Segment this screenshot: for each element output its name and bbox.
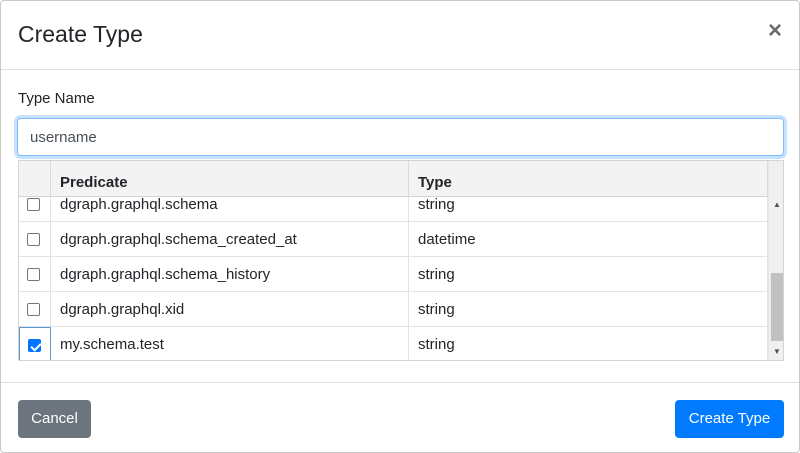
dialog-title: Create Type bbox=[18, 21, 143, 47]
column-header-predicate[interactable]: Predicate bbox=[51, 161, 409, 197]
type-cell: string bbox=[409, 257, 768, 292]
predicate-cell: my.schema.test bbox=[51, 327, 409, 360]
table-row[interactable]: my.schema.test string bbox=[19, 327, 768, 360]
table-header: Predicate Type bbox=[19, 161, 768, 197]
type-cell: datetime bbox=[409, 222, 768, 257]
row-select-cell[interactable] bbox=[19, 222, 51, 257]
row-checkbox[interactable] bbox=[27, 268, 40, 281]
type-cell: string bbox=[409, 197, 768, 222]
table-body: dgraph.graphql.schema string dgraph.grap… bbox=[19, 197, 768, 360]
predicate-cell: dgraph.graphql.schema_history bbox=[51, 257, 409, 292]
table-row[interactable]: dgraph.graphql.schema_created_at datetim… bbox=[19, 222, 768, 257]
type-name-label: Type Name bbox=[18, 90, 95, 107]
row-select-cell[interactable] bbox=[19, 257, 51, 292]
row-checkbox-checked[interactable] bbox=[28, 339, 41, 352]
close-button[interactable]: × bbox=[765, 17, 785, 45]
scroll-up-arrow-icon[interactable]: ▲ bbox=[769, 197, 783, 213]
predicate-cell: dgraph.graphql.xid bbox=[51, 292, 409, 327]
select-column-header bbox=[19, 161, 51, 197]
row-checkbox[interactable] bbox=[27, 198, 40, 211]
cancel-button[interactable]: Cancel bbox=[18, 400, 91, 438]
table-scrollbar[interactable]: ▲ ▼ bbox=[768, 161, 783, 360]
row-select-cell[interactable] bbox=[19, 327, 51, 360]
create-type-button[interactable]: Create Type bbox=[675, 400, 784, 438]
scrollbar-thumb[interactable] bbox=[771, 273, 783, 341]
row-select-cell[interactable] bbox=[19, 197, 51, 222]
predicate-cell: dgraph.graphql.schema bbox=[51, 197, 409, 222]
table-row[interactable]: dgraph.graphql.schema_history string bbox=[19, 257, 768, 292]
type-name-input[interactable] bbox=[17, 118, 784, 156]
predicate-cell: dgraph.graphql.schema_created_at bbox=[51, 222, 409, 257]
row-select-cell[interactable] bbox=[19, 292, 51, 327]
type-cell: string bbox=[409, 327, 768, 360]
row-checkbox[interactable] bbox=[27, 303, 40, 316]
row-checkbox[interactable] bbox=[27, 233, 40, 246]
dialog-header: Create Type × bbox=[1, 1, 799, 70]
create-type-dialog: Create Type × Type Name Predicate Type d… bbox=[0, 0, 800, 453]
table-row[interactable]: dgraph.graphql.xid string bbox=[19, 292, 768, 327]
dialog-footer: Cancel Create Type bbox=[1, 382, 799, 452]
table-row[interactable]: dgraph.graphql.schema string bbox=[19, 197, 768, 222]
column-header-type[interactable]: Type bbox=[409, 161, 768, 197]
scroll-down-arrow-icon[interactable]: ▼ bbox=[769, 344, 783, 360]
type-cell: string bbox=[409, 292, 768, 327]
predicates-table: Predicate Type dgraph.graphql.schema str… bbox=[18, 160, 784, 361]
